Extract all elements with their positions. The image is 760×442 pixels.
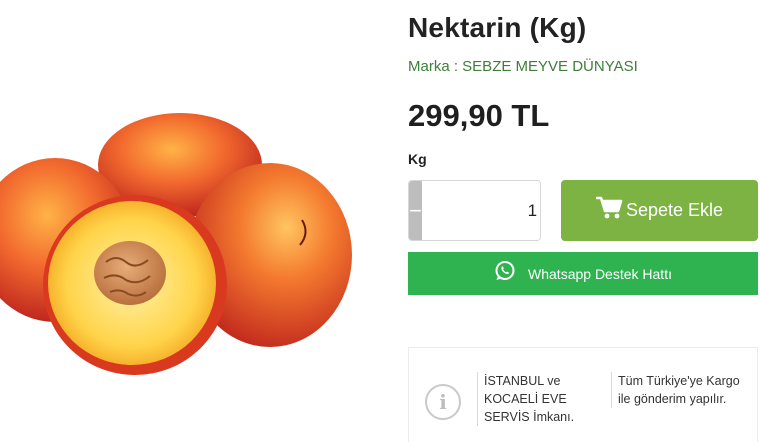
whatsapp-icon — [494, 260, 516, 287]
istanbul-service-info: İSTANBUL ve KOCAELİ EVE SERVİS İmkanı. — [477, 372, 595, 426]
product-image — [0, 100, 360, 380]
quantity-input[interactable] — [421, 181, 540, 240]
cargo-shipping-info: Tüm Türkiye'ye Kargo ile gönderim yapılı… — [611, 372, 741, 408]
whatsapp-support-label: Whatsapp Destek Hattı — [528, 265, 672, 282]
add-to-cart-button[interactable]: Sepete Ekle — [561, 180, 758, 241]
cart-icon — [595, 195, 624, 226]
quantity-decrease-button[interactable]: − — [409, 181, 422, 240]
product-brand[interactable]: Marka : SEBZE MEYVE DÜNYASI — [408, 58, 638, 75]
info-icon: i — [425, 384, 461, 420]
product-title: Nektarin (Kg) — [408, 12, 587, 43]
product-price: 299,90 TL — [408, 98, 550, 133]
whatsapp-support-button[interactable]: Whatsapp Destek Hattı — [408, 252, 758, 295]
add-to-cart-label: Sepete Ekle — [625, 200, 724, 220]
delivery-info-box: i İSTANBUL ve KOCAELİ EVE SERVİS İmkanı.… — [408, 347, 758, 442]
unit-label: Kg — [408, 151, 427, 167]
quantity-stepper: − + — [408, 180, 541, 241]
